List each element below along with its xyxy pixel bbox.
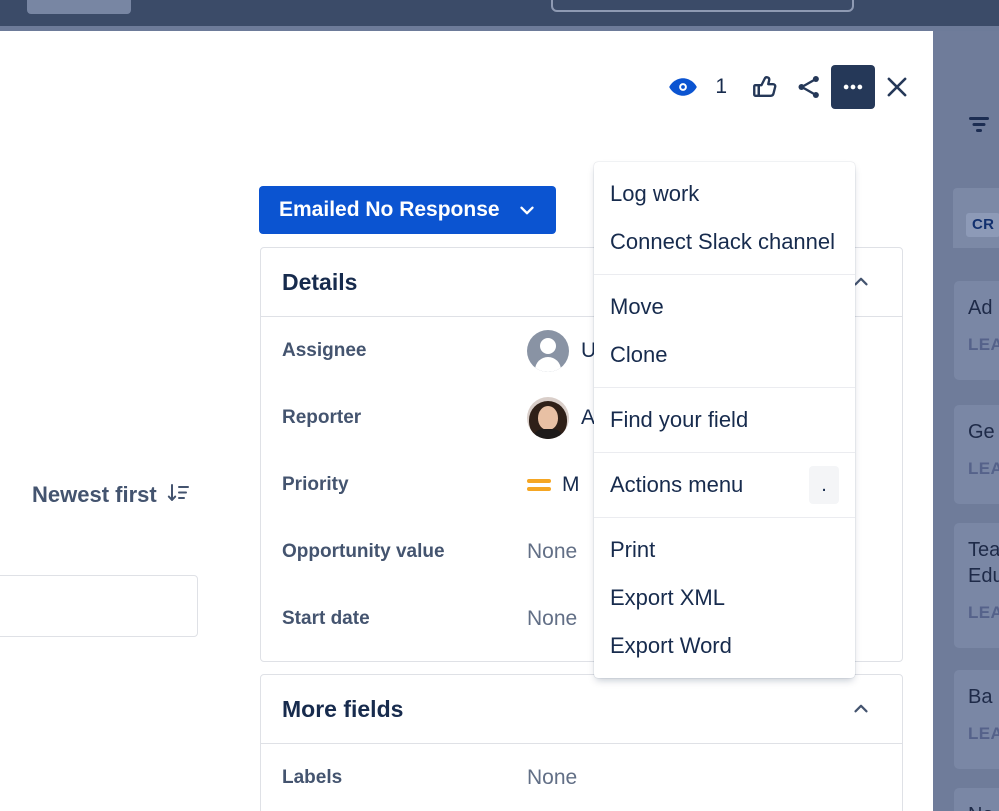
rail-card-title: Ge — [968, 419, 999, 445]
comment-input[interactable] — [0, 575, 198, 637]
field-label: Start date — [282, 608, 527, 630]
menu-item-move[interactable]: Move — [594, 283, 855, 331]
menu-item-export-xml[interactable]: Export XML — [594, 574, 855, 622]
sort-descending-icon — [166, 481, 190, 508]
rail-card-title: Ad — [968, 295, 999, 321]
field-label: Assignee — [282, 340, 527, 362]
field-label: Reporter — [282, 407, 527, 429]
issue-toolbar: 1 — [661, 65, 919, 109]
menu-group-5: Print Export XML Export Word — [594, 526, 855, 670]
priority-medium-icon — [527, 479, 551, 491]
menu-divider — [594, 274, 855, 275]
menu-group-2: Move Clone — [594, 283, 855, 379]
field-label: Opportunity value — [282, 541, 527, 563]
watch-control[interactable]: 1 — [661, 65, 727, 109]
menu-item-find-your-field[interactable]: Find your field — [594, 396, 855, 444]
menu-divider — [594, 452, 855, 453]
menu-item-label: Log work — [610, 181, 699, 207]
menu-group-3: Find your field — [594, 396, 855, 444]
menu-item-label: Print — [610, 537, 655, 563]
rail-card-title: Na — [968, 802, 999, 811]
app-root: CR Ad LEA Ge LEA Tea Edu LEA Ba LEA Na — [0, 0, 999, 811]
list-item[interactable]: Na — [954, 788, 999, 811]
menu-item-clone[interactable]: Clone — [594, 331, 855, 379]
menu-item-shortcut: . — [809, 466, 839, 504]
watch-count: 1 — [715, 75, 727, 99]
rail-card-title: Tea Edu — [968, 537, 999, 589]
more-actions-icon[interactable] — [831, 65, 875, 109]
filter-icon[interactable] — [966, 114, 992, 134]
status-label: Emailed No Response — [279, 198, 500, 222]
menu-item-export-word[interactable]: Export Word — [594, 622, 855, 670]
field-value: None — [527, 766, 577, 790]
list-item[interactable]: Ad LEA — [954, 281, 999, 380]
eye-icon[interactable] — [661, 65, 705, 109]
menu-item-label: Export XML — [610, 585, 725, 611]
field-value: None — [527, 607, 577, 631]
board-right-rail: CR Ad LEA Ge LEA Tea Edu LEA Ba LEA Na — [944, 31, 999, 811]
activity-sort-button[interactable]: Newest first — [24, 475, 198, 514]
list-item[interactable]: Tea Edu LEA — [954, 523, 999, 648]
rail-card-title: Ba — [968, 684, 999, 710]
menu-item-connect-slack-channel[interactable]: Connect Slack channel — [594, 218, 855, 266]
menu-item-label: Move — [610, 294, 664, 320]
rail-card-key: LEA — [968, 724, 999, 744]
menu-group-1: Log work Connect Slack channel — [594, 170, 855, 266]
menu-item-label: Connect Slack channel — [610, 229, 835, 255]
close-icon[interactable] — [875, 65, 919, 109]
menu-item-label: Actions menu — [610, 472, 743, 498]
rail-card-key: LEA — [968, 603, 999, 623]
list-item[interactable]: Ba LEA — [954, 670, 999, 769]
field-value: None — [527, 540, 577, 564]
top-navigation-bar — [0, 0, 999, 26]
field-label: Labels — [282, 767, 527, 789]
field-row-labels[interactable]: Labels None — [261, 744, 902, 811]
rail-card-key: LEA — [968, 335, 999, 355]
activity-sort-label: Newest first — [32, 482, 157, 508]
list-item[interactable]: Ge LEA — [954, 405, 999, 504]
menu-group-4: Actions menu . — [594, 461, 855, 509]
page-title: More fields — [282, 696, 403, 723]
menu-item-label: Export Word — [610, 633, 732, 659]
field-label: Priority — [282, 474, 527, 496]
more-fields-panel-header[interactable]: More fields — [261, 675, 902, 744]
menu-divider — [594, 517, 855, 518]
menu-item-log-work[interactable]: Log work — [594, 170, 855, 218]
issue-detail-modal: 1 — [0, 31, 933, 811]
chevron-up-icon[interactable] — [844, 692, 878, 726]
nav-brand-button[interactable] — [27, 0, 131, 14]
thumbs-up-icon[interactable] — [743, 65, 787, 109]
status-button[interactable]: Emailed No Response — [259, 186, 556, 234]
rail-card-key: LEA — [968, 459, 999, 479]
share-icon[interactable] — [787, 65, 831, 109]
rail-column-badge: CR — [966, 213, 999, 237]
menu-item-print[interactable]: Print — [594, 526, 855, 574]
avatar — [527, 397, 569, 439]
search-input[interactable] — [551, 0, 854, 12]
menu-item-label: Find your field — [610, 407, 748, 433]
avatar — [527, 330, 569, 372]
field-value: M — [527, 473, 580, 497]
more-fields-panel: More fields Labels None — [260, 674, 903, 811]
page-title: Details — [282, 269, 357, 296]
priority-name: M — [562, 473, 580, 497]
chevron-down-icon — [516, 199, 538, 221]
menu-item-label: Clone — [610, 342, 667, 368]
more-actions-menu: Log work Connect Slack channel Move Clon… — [594, 162, 855, 678]
menu-divider — [594, 387, 855, 388]
menu-item-actions-menu[interactable]: Actions menu . — [594, 461, 855, 509]
